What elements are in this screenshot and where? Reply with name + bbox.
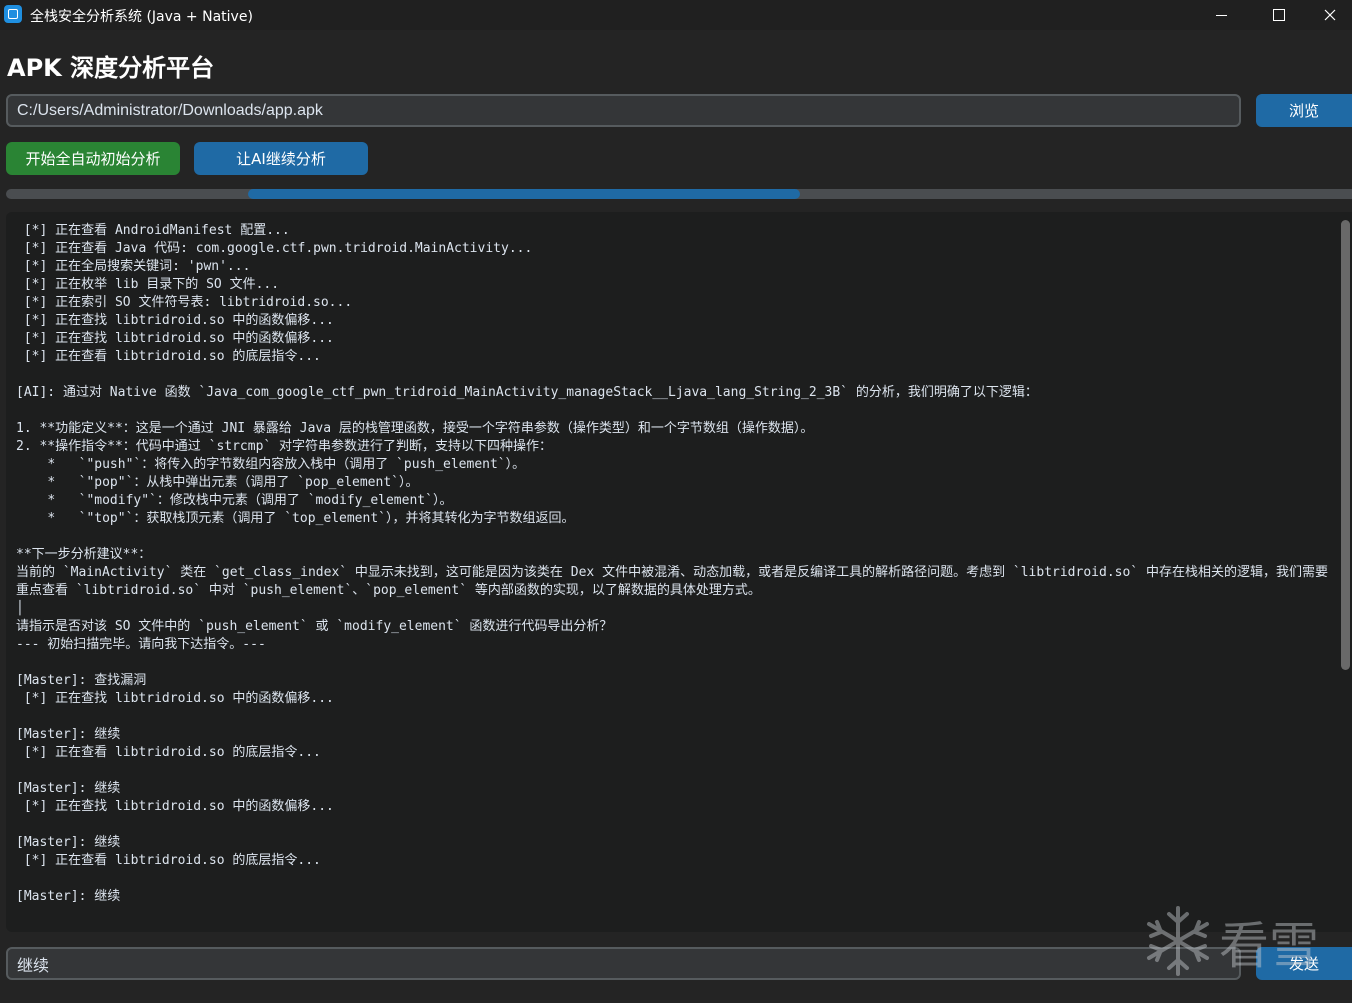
log-line: [*] 正在查找 libtridroid.so 中的函数偏移...	[16, 313, 334, 328]
close-button[interactable]	[1308, 0, 1352, 30]
log-line: [*] 正在索引 SO 文件符号表: libtridroid.so...	[16, 295, 353, 310]
window-titlebar: 全栈安全分析系统 (Java + Native)	[0, 0, 1352, 30]
log-output[interactable]: [*] 正在查看 AndroidManifest 配置... [*] 正在查看 …	[6, 212, 1352, 932]
window-title: 全栈安全分析系统 (Java + Native)	[30, 9, 253, 25]
log-line: [*] 正在查看 AndroidManifest 配置...	[16, 223, 290, 238]
log-line: [*] 正在枚举 lib 目录下的 SO 文件...	[16, 277, 280, 292]
log-line: [Master]: 继续	[16, 835, 121, 850]
log-line: * `"modify"`：修改栈中元素（调用了 `modify_element`…	[16, 493, 453, 508]
log-line: [Master]: 继续	[16, 889, 121, 904]
command-input[interactable]	[6, 947, 1241, 980]
log-line: [*] 正在查找 libtridroid.so 中的函数偏移...	[16, 331, 334, 346]
log-line: [Master]: 查找漏洞	[16, 673, 147, 688]
log-line: [*] 正在查看 Java 代码: com.google.ctf.pwn.tri…	[16, 241, 533, 256]
log-line: │	[16, 601, 24, 616]
maximize-icon	[1273, 9, 1285, 21]
close-icon	[1324, 9, 1336, 21]
log-text: [*] 正在查看 AndroidManifest 配置... [*] 正在查看 …	[16, 222, 1338, 906]
page-title: APK 深度分析平台	[7, 54, 215, 82]
log-scrollbar[interactable]	[1341, 220, 1350, 670]
minimize-icon	[1215, 14, 1227, 16]
log-line: 请指示是否对该 SO 文件中的 `push_element` 或 `modify…	[16, 619, 613, 634]
progress-bar	[6, 189, 1352, 199]
log-line: [*] 正在查找 libtridroid.so 中的函数偏移...	[16, 691, 334, 706]
log-line: * `"push"`：将传入的字节数组内容放入栈中（调用了 `push_elem…	[16, 457, 526, 472]
minimize-button[interactable]	[1192, 0, 1250, 30]
progress-fill	[248, 189, 800, 199]
app-icon	[4, 5, 22, 23]
log-line: [*] 正在查看 libtridroid.so 的底层指令...	[16, 745, 321, 760]
log-line: * `"top"`：获取栈顶元素（调用了 `top_element`），并将其转…	[16, 511, 575, 526]
log-line: 当前的 `MainActivity` 类在 `get_class_index` …	[16, 565, 1328, 598]
log-line: 1. **功能定义**：这是一个通过 JNI 暴露给 Java 层的栈管理函数，…	[16, 421, 814, 436]
start-analysis-button[interactable]: 开始全自动初始分析	[6, 142, 180, 175]
send-button[interactable]: 发送	[1256, 947, 1352, 980]
log-line: [AI]: 通过对 Native 函数 `Java_com_google_ctf…	[16, 385, 1038, 400]
log-line: --- 初始扫描完毕。请向我下达指令。---	[16, 637, 266, 652]
maximize-button[interactable]	[1250, 0, 1308, 30]
log-line: [Master]: 继续	[16, 727, 121, 742]
ai-continue-button[interactable]: 让AI继续分析	[194, 142, 368, 175]
log-line: 2. **操作指令**：代码中通过 `strcmp` 对字符串参数进行了判断，支…	[16, 439, 553, 454]
apk-path-input[interactable]	[6, 94, 1241, 127]
log-line: * `"pop"`：从栈中弹出元素（调用了 `pop_element`）。	[16, 475, 419, 490]
log-line: **下一步分析建议**：	[16, 547, 152, 562]
log-line: [Master]: 继续	[16, 781, 121, 796]
log-line: [*] 正在全局搜索关键词: 'pwn'...	[16, 259, 251, 274]
log-line: [*] 正在查看 libtridroid.so 的底层指令...	[16, 349, 321, 364]
log-line: [*] 正在查找 libtridroid.so 中的函数偏移...	[16, 799, 334, 814]
browse-button[interactable]: 浏览	[1256, 94, 1352, 127]
log-line: [*] 正在查看 libtridroid.so 的底层指令...	[16, 853, 321, 868]
